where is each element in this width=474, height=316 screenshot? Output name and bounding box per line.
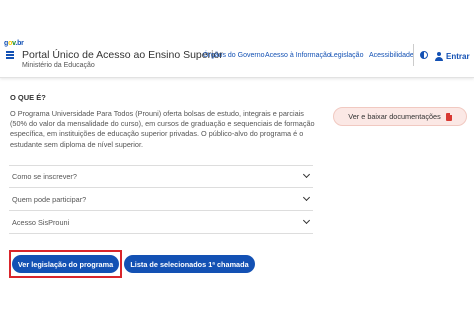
intro-paragraph: O Programa Universidade Para Todos (Prou… <box>10 109 315 149</box>
accordion-acesso-sisprouni[interactable]: Acesso SisProuni <box>9 212 313 234</box>
site-title[interactable]: Portal Único de Acesso ao Ensino Superio… <box>22 49 223 61</box>
documentation-button[interactable]: Ver e baixar documentações <box>333 107 467 126</box>
nav-link-acesso-informacao[interactable]: Acesso à Informação <box>265 52 331 59</box>
nav-link-orgaos[interactable]: Órgãos do Governo <box>203 52 264 59</box>
accordion-quem-pode-participar[interactable]: Quem pode participar? <box>9 189 313 211</box>
menu-icon[interactable] <box>6 51 14 59</box>
highlight-frame <box>9 250 122 278</box>
contrast-icon[interactable] <box>420 51 428 59</box>
govbr-logo[interactable]: gov.br <box>4 40 24 47</box>
login-label: Entrar <box>446 51 470 61</box>
section-title: O QUE É? <box>10 93 46 102</box>
chevron-down-icon <box>302 216 311 225</box>
documentation-button-label: Ver e baixar documentações <box>348 112 441 121</box>
accordion-label: Como se inscrever? <box>12 172 77 181</box>
selected-list-button[interactable]: Lista de selecionados 1ª chamada <box>124 255 255 273</box>
site-header: gov.br Portal Único de Acesso ao Ensino … <box>0 0 474 78</box>
user-icon <box>434 51 443 61</box>
nav-link-legislacao[interactable]: Legislação <box>330 52 363 59</box>
chevron-down-icon <box>302 193 311 202</box>
nav-divider <box>413 44 414 66</box>
accordion-label: Acesso SisProuni <box>12 218 70 227</box>
login-button[interactable]: Entrar <box>434 47 474 65</box>
chevron-down-icon <box>302 170 311 179</box>
accordion-como-se-inscrever[interactable]: Como se inscrever? <box>9 166 313 188</box>
accordion-label: Quem pode participar? <box>12 195 87 204</box>
site-subtitle: Ministério da Educação <box>22 62 95 69</box>
pdf-icon <box>445 112 452 121</box>
nav-link-acessibilidade[interactable]: Acessibilidade <box>369 52 414 59</box>
